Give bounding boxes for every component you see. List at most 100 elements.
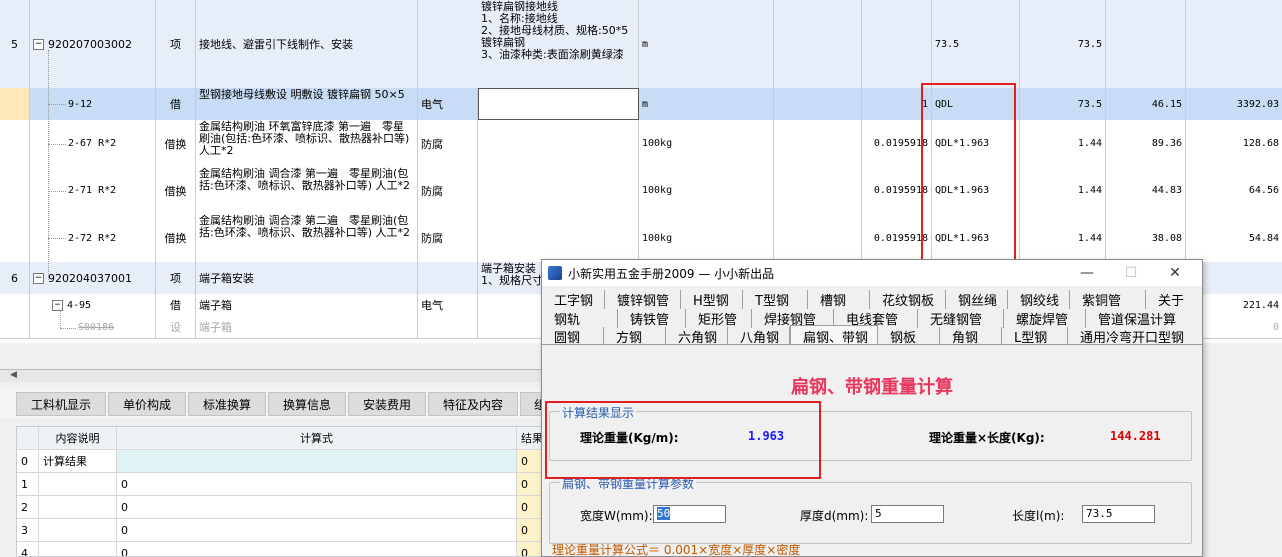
tab-strand[interactable]: 钢绞线	[1008, 290, 1070, 309]
unit-cell: m	[639, 0, 774, 88]
price-cell: 46.15	[1106, 88, 1186, 120]
tab-seamless-pipe[interactable]: 无缝钢管	[918, 309, 1004, 328]
tab-copper-pipe[interactable]: 紫铜管	[1070, 290, 1146, 309]
tab-spiral-pipe[interactable]: 螺旋焊管	[1004, 309, 1086, 328]
type-cell: 借	[156, 88, 196, 120]
header-expr: 计算式	[117, 427, 517, 449]
table-row[interactable]: 2-72 R*2 借换 金属结构刷油 调合漆 第二遍 零星刷油(包括:色环漆、喷…	[0, 214, 1282, 263]
tab-install-fee[interactable]: 安装费用	[348, 392, 426, 416]
table-row[interactable]: 1 0 0	[17, 473, 547, 496]
qty-cell: 73.5	[1020, 0, 1106, 88]
tab-t-beam[interactable]: T型钢	[743, 290, 808, 309]
item-code: 920207003002	[48, 37, 132, 51]
width-input[interactable]: 50	[653, 505, 726, 523]
name-cell: 金属结构刷油 调合漆 第一遍 零星刷油(包括:色环漆、喷标识、散热器补口等) 人…	[196, 167, 418, 214]
thickness-input[interactable]: 5	[871, 505, 944, 523]
item-code: 4-95	[67, 299, 92, 311]
price-cell: 89.36	[1106, 120, 1186, 167]
spec-cell: 防腐	[418, 120, 478, 167]
close-icon[interactable]: ✕	[1152, 260, 1198, 286]
qty-cell: 73.5	[1020, 88, 1106, 120]
table-row[interactable]: 0 计算结果 0	[17, 450, 547, 473]
expr-cell: 73.5	[932, 0, 1020, 88]
tree-line	[48, 238, 66, 239]
price-cell: 38.08	[1106, 214, 1186, 262]
tab-pipe-insulation[interactable]: 管道保温计算	[1086, 309, 1202, 328]
header-desc: 内容说明	[39, 427, 117, 449]
maximize-icon[interactable]: ☐	[1108, 260, 1154, 286]
tab-wire-rope[interactable]: 钢丝绳	[946, 290, 1008, 309]
name-cell: 端子箱	[196, 294, 418, 316]
table-row[interactable]: 9-12 借 型钢接地母线敷设 明敷设 镀锌扁钢 50×5 电气 m 1 QDL…	[0, 88, 1282, 121]
type-cell: 项	[156, 0, 196, 88]
result-group-label: 计算结果显示	[560, 404, 637, 421]
table-row[interactable]: 3 0 0	[17, 519, 547, 542]
table-row[interactable]: 2-67 R*2 借换 金属结构刷油 环氧富锌底漆 第一遍 零星刷油(包括:色环…	[0, 120, 1282, 168]
thickness-label: 厚度d(mm):	[800, 509, 869, 523]
name-cell: 金属结构刷油 调合漆 第二遍 零星刷油(包括:色环漆、喷标识、散热器补口等) 人…	[196, 214, 418, 262]
unit-cell: 100kg	[639, 120, 774, 167]
code-cell: − 4-95	[30, 294, 156, 316]
dialog-body: 扁钢、带钢重量计算 计算结果显示 理论重量(Kg/m): 1.963 理论重量×…	[542, 344, 1202, 556]
tab-galvanized-pipe[interactable]: 镀锌钢管	[605, 290, 681, 309]
coef-cell: 0.0195918	[862, 120, 932, 167]
tab-i-beam[interactable]: 工字钢	[542, 290, 605, 309]
tab-labor-material[interactable]: 工料机显示	[16, 392, 106, 416]
tab-checker-plate[interactable]: 花纹钢板	[870, 290, 946, 309]
length-input[interactable]: 73.5	[1082, 505, 1155, 523]
spec-cell: 电气	[418, 294, 478, 316]
expr-cell: QDL*1.963	[932, 167, 1020, 214]
tab-rect-tube[interactable]: 矩形管	[686, 309, 752, 328]
tab-channel[interactable]: 槽钢	[808, 290, 870, 309]
type-cell: 借换	[156, 167, 196, 214]
coef-cell: 1	[862, 88, 932, 120]
unit-weight-label: 理论重量(Kg/m):	[580, 431, 679, 445]
type-cell: 借换	[156, 120, 196, 167]
total-weight-value: 144.281	[1110, 429, 1161, 443]
qty-cell: 1.44	[1020, 120, 1106, 167]
scroll-left-icon[interactable]: ◀	[10, 370, 17, 380]
tab-h-beam[interactable]: H型钢	[681, 290, 743, 309]
tree-line	[48, 144, 66, 145]
tree-line	[60, 310, 61, 328]
table-row[interactable]: 5 − 920207003002 项 接地线、避雷引下线制作、安装 镀锌扁钢接地…	[0, 0, 1282, 89]
row-index: 5	[0, 0, 30, 88]
qty-cell: 1.44	[1020, 167, 1106, 214]
tab-unit-price[interactable]: 单价构成	[108, 392, 186, 416]
expr-cell: QDL*1.963	[932, 214, 1020, 262]
table-row[interactable]: 2 0 0	[17, 496, 547, 519]
tab-features[interactable]: 特征及内容	[428, 392, 518, 416]
expr-cell: QDL	[932, 88, 1020, 120]
unit-cell: 100kg	[639, 214, 774, 262]
tab-standard-conversion[interactable]: 标准换算	[188, 392, 266, 416]
result-group: 计算结果显示 理论重量(Kg/m): 1.963 理论重量×长度(Kg): 14…	[549, 404, 1192, 461]
price-cell: 44.83	[1106, 167, 1186, 214]
item-code: S00186	[30, 316, 156, 338]
total-cell: 3392.03	[1236, 98, 1279, 110]
table-row[interactable]: 2-71 R*2 借换 金属结构刷油 调合漆 第一遍 零星刷油(包括:色环漆、喷…	[0, 167, 1282, 215]
hardware-handbook-dialog: 小新实用五金手册2009 — 小小新出品 — ☐ ✕ 工字钢 镀锌钢管 H型钢 …	[541, 259, 1203, 557]
minimize-icon[interactable]: —	[1064, 260, 1110, 286]
table-header: 内容说明 计算式 结果	[17, 427, 547, 450]
name-cell: 接地线、避雷引下线制作、安装	[196, 0, 418, 88]
type-cell: 借	[156, 294, 196, 316]
coef-cell: 0.0195918	[862, 214, 932, 262]
app-icon	[548, 266, 562, 280]
spec-cell: 电气	[418, 88, 478, 120]
features-edit-field[interactable]	[478, 88, 639, 120]
splitter[interactable]: ◀	[0, 369, 545, 382]
tab-flat-strip-steel[interactable]: 扁钢、带钢	[790, 325, 878, 346]
type-cell: 借换	[156, 214, 196, 262]
dialog-titlebar[interactable]: 小新实用五金手册2009 — 小小新出品 — ☐ ✕	[542, 260, 1202, 286]
collapse-icon[interactable]: −	[33, 272, 44, 284]
collapse-icon[interactable]: −	[52, 299, 63, 311]
unit-cell: 100kg	[639, 167, 774, 214]
tab-about[interactable]: 关于	[1146, 290, 1202, 309]
tab-rail[interactable]: 钢轨	[542, 309, 618, 328]
name-cell: 端子箱	[196, 316, 418, 338]
tab-conversion-info[interactable]: 换算信息	[268, 392, 346, 416]
expr-cell: QDL*1.963	[932, 120, 1020, 167]
collapse-icon[interactable]: −	[33, 38, 44, 50]
name-cell: 端子箱安装	[196, 262, 418, 294]
tab-cast-iron-pipe[interactable]: 铸铁管	[618, 309, 686, 328]
